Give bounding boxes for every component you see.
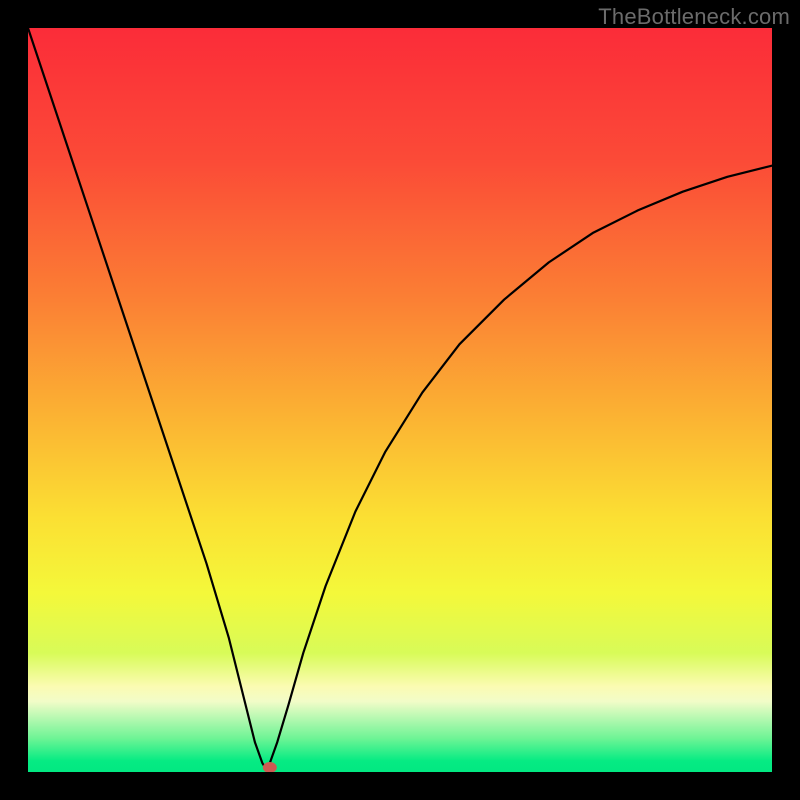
watermark-text: TheBottleneck.com <box>598 4 790 30</box>
plot-area <box>28 28 772 772</box>
bottleneck-chart <box>28 28 772 772</box>
chart-frame: TheBottleneck.com <box>0 0 800 800</box>
gradient-background <box>28 28 772 772</box>
